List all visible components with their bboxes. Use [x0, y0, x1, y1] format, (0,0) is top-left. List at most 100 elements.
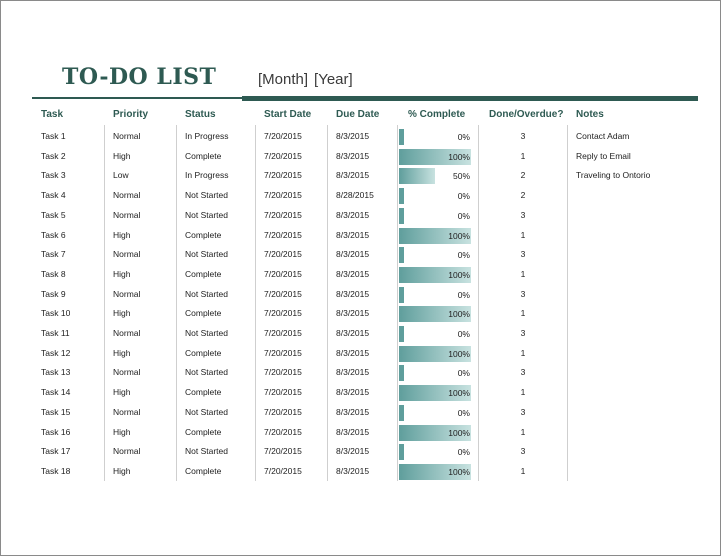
percent-complete-cell[interactable]: 100%: [399, 227, 471, 244]
year-placeholder[interactable]: [Year]: [314, 71, 353, 88]
table-row[interactable]: Task 9 Normal Not Started 7/20/2015 8/3/2015…: [0, 285, 721, 305]
percent-complete-cell[interactable]: 0%: [399, 129, 471, 145]
task-name-cell[interactable]: Task 6: [41, 226, 66, 246]
status-cell[interactable]: Complete: [185, 462, 221, 482]
priority-cell[interactable]: High: [113, 423, 130, 443]
status-cell[interactable]: Complete: [185, 226, 221, 246]
done-overdue-cell[interactable]: 3: [480, 245, 566, 265]
due-date-cell[interactable]: 8/3/2015: [336, 442, 369, 462]
table-row[interactable]: Task 15 Normal Not Started 7/20/2015 8/3/201…: [0, 403, 721, 423]
priority-cell[interactable]: High: [113, 226, 130, 246]
table-row[interactable]: Task 2 High Complete 7/20/2015 8/3/2015 100% 1…: [0, 147, 721, 167]
percent-complete-cell[interactable]: 100%: [399, 385, 471, 402]
task-name-cell[interactable]: Task 16: [41, 423, 70, 443]
priority-cell[interactable]: High: [113, 383, 130, 403]
table-row[interactable]: Task 5 Normal Not Started 7/20/2015 8/3/2015…: [0, 206, 721, 226]
task-name-cell[interactable]: Task 4: [41, 186, 66, 206]
status-cell[interactable]: Not Started: [185, 324, 228, 344]
done-overdue-cell[interactable]: 2: [480, 166, 566, 186]
priority-cell[interactable]: High: [113, 304, 130, 324]
task-name-cell[interactable]: Task 12: [41, 344, 70, 364]
status-cell[interactable]: Complete: [185, 304, 221, 324]
priority-cell[interactable]: Normal: [113, 206, 140, 226]
done-overdue-cell[interactable]: 1: [480, 423, 566, 443]
status-cell[interactable]: Not Started: [185, 442, 228, 462]
table-row[interactable]: Task 1 Normal In Progress 7/20/2015 8/3/2015…: [0, 127, 721, 147]
notes-cell[interactable]: Traveling to Ontorio: [576, 166, 650, 186]
priority-cell[interactable]: Normal: [113, 324, 140, 344]
task-name-cell[interactable]: Task 15: [41, 403, 70, 423]
priority-cell[interactable]: Normal: [113, 245, 140, 265]
start-date-cell[interactable]: 7/20/2015: [264, 166, 302, 186]
done-overdue-cell[interactable]: 1: [480, 226, 566, 246]
done-overdue-cell[interactable]: 1: [480, 344, 566, 364]
task-name-cell[interactable]: Task 18: [41, 462, 70, 482]
start-date-cell[interactable]: 7/20/2015: [264, 304, 302, 324]
priority-cell[interactable]: Low: [113, 166, 129, 186]
status-cell[interactable]: Not Started: [185, 186, 228, 206]
percent-complete-cell[interactable]: 0%: [399, 444, 471, 461]
task-name-cell[interactable]: Task 5: [41, 206, 66, 226]
status-cell[interactable]: In Progress: [185, 127, 228, 147]
table-row[interactable]: Task 4 Normal Not Started 7/20/2015 8/28/201…: [0, 186, 721, 206]
done-overdue-cell[interactable]: 1: [480, 383, 566, 403]
task-name-cell[interactable]: Task 9: [41, 285, 66, 305]
start-date-cell[interactable]: 7/20/2015: [264, 206, 302, 226]
priority-cell[interactable]: Normal: [113, 186, 140, 206]
due-date-cell[interactable]: 8/3/2015: [336, 206, 369, 226]
due-date-cell[interactable]: 8/3/2015: [336, 147, 369, 167]
table-row[interactable]: Task 16 High Complete 7/20/2015 8/3/2015 100%…: [0, 423, 721, 443]
table-row[interactable]: Task 7 Normal Not Started 7/20/2015 8/3/2015…: [0, 245, 721, 265]
status-cell[interactable]: Not Started: [185, 363, 228, 383]
percent-complete-cell[interactable]: 0%: [399, 404, 471, 421]
priority-cell[interactable]: High: [113, 147, 130, 167]
task-name-cell[interactable]: Task 7: [41, 245, 66, 265]
due-date-cell[interactable]: 8/3/2015: [336, 363, 369, 383]
start-date-cell[interactable]: 7/20/2015: [264, 285, 302, 305]
done-overdue-cell[interactable]: 1: [480, 147, 566, 167]
task-name-cell[interactable]: Task 11: [41, 324, 70, 344]
percent-complete-cell[interactable]: 50%: [399, 168, 471, 185]
status-cell[interactable]: Complete: [185, 383, 221, 403]
start-date-cell[interactable]: 7/20/2015: [264, 147, 302, 167]
priority-cell[interactable]: Normal: [113, 285, 140, 305]
start-date-cell[interactable]: 7/20/2015: [264, 383, 302, 403]
start-date-cell[interactable]: 7/20/2015: [264, 186, 302, 206]
status-cell[interactable]: Complete: [185, 147, 221, 167]
table-row[interactable]: Task 3 Low In Progress 7/20/2015 8/3/2015 50%…: [0, 166, 721, 186]
start-date-cell[interactable]: 7/20/2015: [264, 462, 302, 482]
start-date-cell[interactable]: 7/20/2015: [264, 324, 302, 344]
priority-cell[interactable]: Normal: [113, 363, 140, 383]
done-overdue-cell[interactable]: 2: [480, 186, 566, 206]
done-overdue-cell[interactable]: 1: [480, 304, 566, 324]
done-overdue-cell[interactable]: 3: [480, 403, 566, 423]
percent-complete-cell[interactable]: 0%: [399, 365, 471, 382]
status-cell[interactable]: Complete: [185, 344, 221, 364]
month-placeholder[interactable]: [Month]: [258, 71, 308, 88]
due-date-cell[interactable]: 8/3/2015: [336, 462, 369, 482]
percent-complete-cell[interactable]: 100%: [399, 148, 471, 165]
due-date-cell[interactable]: 8/3/2015: [336, 127, 369, 147]
task-name-cell[interactable]: Task 14: [41, 383, 70, 403]
table-row[interactable]: Task 12 High Complete 7/20/2015 8/3/2015 100%…: [0, 344, 721, 364]
table-row[interactable]: Task 18 High Complete 7/20/2015 8/3/2015 100%…: [0, 462, 721, 482]
percent-complete-cell[interactable]: 0%: [399, 207, 471, 224]
percent-complete-cell[interactable]: 0%: [399, 188, 471, 205]
task-name-cell[interactable]: Task 3: [41, 166, 66, 186]
done-overdue-cell[interactable]: 1: [480, 462, 566, 482]
start-date-cell[interactable]: 7/20/2015: [264, 265, 302, 285]
task-name-cell[interactable]: Task 2: [41, 147, 66, 167]
done-overdue-cell[interactable]: 3: [480, 127, 566, 147]
table-row[interactable]: Task 13 Normal Not Started 7/20/2015 8/3/201…: [0, 363, 721, 383]
table-row[interactable]: Task 10 High Complete 7/20/2015 8/3/2015 100%…: [0, 304, 721, 324]
table-row[interactable]: Task 17 Normal Not Started 7/20/2015 8/3/201…: [0, 442, 721, 462]
percent-complete-cell[interactable]: 100%: [399, 345, 471, 362]
status-cell[interactable]: Not Started: [185, 285, 228, 305]
status-cell[interactable]: Complete: [185, 423, 221, 443]
done-overdue-cell[interactable]: 3: [480, 206, 566, 226]
percent-complete-cell[interactable]: 0%: [399, 286, 471, 303]
percent-complete-cell[interactable]: 100%: [399, 306, 471, 323]
due-date-cell[interactable]: 8/3/2015: [336, 304, 369, 324]
priority-cell[interactable]: High: [113, 265, 130, 285]
done-overdue-cell[interactable]: 1: [480, 265, 566, 285]
